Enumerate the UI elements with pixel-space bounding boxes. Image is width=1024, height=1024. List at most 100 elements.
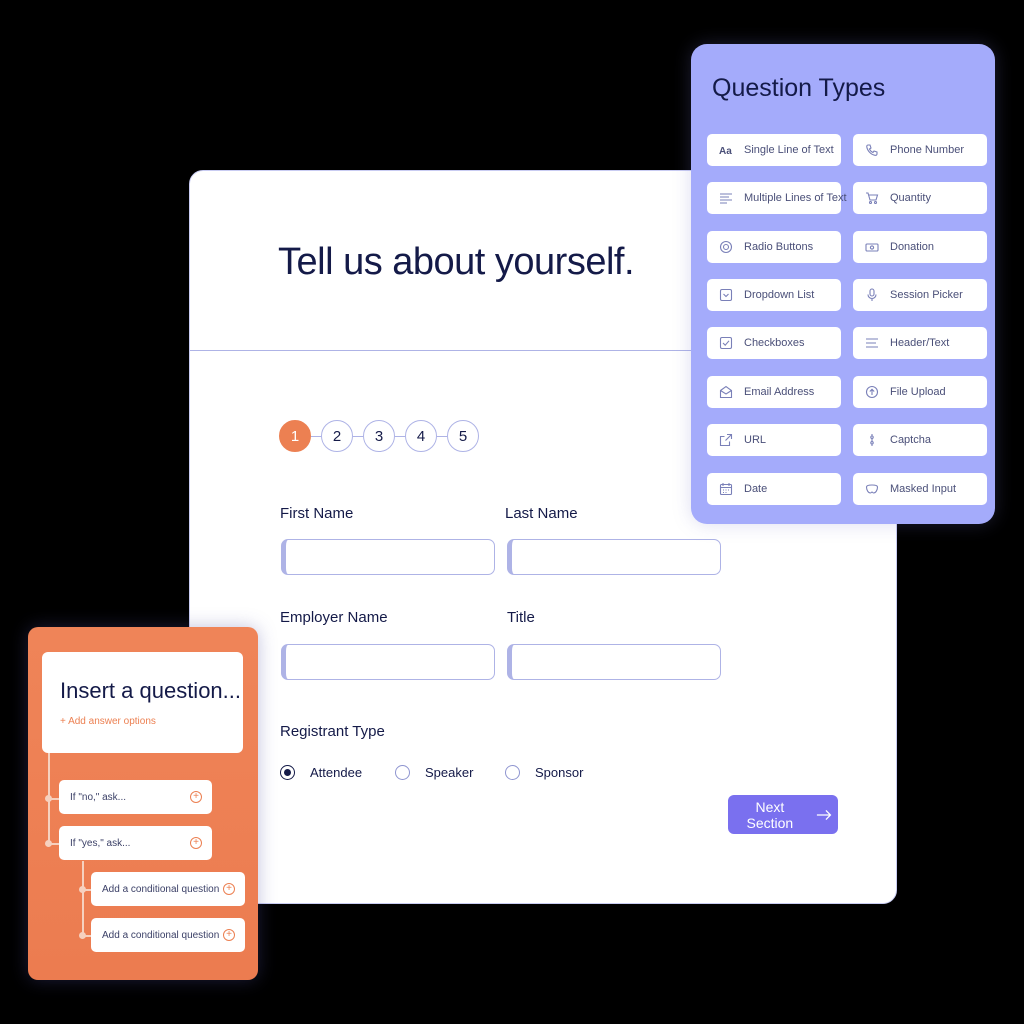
qt-label: URL (744, 434, 767, 446)
qt-label: Date (744, 483, 768, 495)
qt-label: Quantity (890, 192, 931, 204)
title-field[interactable] (507, 644, 721, 680)
qt-label: Dropdown List (744, 289, 815, 301)
last-name-label: Last Name (505, 505, 578, 522)
qt-label: File Upload (890, 386, 946, 398)
employer-name-label: Employer Name (280, 609, 388, 626)
radio-icon (719, 240, 733, 254)
title-label: Title (507, 609, 535, 626)
qt-header-text[interactable]: Header/Text (853, 327, 987, 359)
qt-dropdown-list[interactable]: Dropdown List (707, 279, 841, 311)
text-aa-icon: Aa (719, 143, 733, 157)
branch-no[interactable]: If "no," ask... + (59, 780, 212, 814)
qt-session-picker[interactable]: Session Picker (853, 279, 987, 311)
qt-url[interactable]: URL (707, 424, 841, 456)
qt-radio-buttons[interactable]: Radio Buttons (707, 231, 841, 263)
step-5[interactable]: 5 (447, 420, 479, 452)
radio-label: Sponsor (535, 765, 584, 780)
qt-label: Session Picker (890, 289, 963, 301)
qt-label: Header/Text (890, 337, 950, 349)
radio-speaker[interactable]: Speaker (395, 765, 473, 780)
tree-node (79, 886, 86, 893)
tree-line (82, 861, 84, 936)
next-section-button[interactable]: Next Section (728, 795, 838, 834)
upload-icon (865, 385, 879, 399)
qt-phone-number[interactable]: Phone Number (853, 134, 987, 166)
step-1[interactable]: 1 (279, 420, 311, 452)
qt-multiple-lines-of-text[interactable]: Multiple Lines of Text (707, 182, 847, 214)
registrant-type-label: Registrant Type (280, 723, 385, 740)
insert-question-card[interactable]: Insert a question... + Add answer option… (42, 652, 243, 753)
radio-sponsor[interactable]: Sponsor (505, 765, 583, 780)
branch-label: If "yes," ask... (70, 837, 131, 849)
mask-icon (865, 482, 879, 496)
conditional-question-item[interactable]: Add a conditional question + (91, 872, 245, 906)
qt-label: Captcha (890, 434, 931, 446)
microphone-icon (865, 288, 879, 302)
cart-icon (865, 191, 879, 205)
qt-donation[interactable]: Donation (853, 231, 987, 263)
question-types-title: Question Types (712, 74, 886, 102)
checkbox-icon (719, 336, 733, 350)
lines-icon (719, 191, 733, 205)
step-connector (395, 436, 405, 437)
captcha-icon (865, 433, 879, 447)
last-name-field[interactable] (507, 539, 721, 575)
qt-label: Checkboxes (744, 337, 805, 349)
radio-label: Attendee (310, 765, 363, 780)
insert-question-title: Insert a question... (60, 678, 241, 703)
phone-icon (865, 143, 879, 157)
step-connector (353, 436, 363, 437)
radio-label: Speaker (425, 765, 474, 780)
add-answer-options-link[interactable]: + Add answer options (60, 716, 156, 727)
calendar-icon (719, 482, 733, 496)
qt-label: Email Address (744, 386, 815, 398)
branch-label: If "no," ask... (70, 791, 127, 803)
svg-text:Aa: Aa (719, 146, 732, 157)
conditional-label: Add a conditional question (102, 883, 220, 895)
qt-masked-input[interactable]: Masked Input (853, 473, 987, 505)
step-connector (311, 436, 321, 437)
arrow-right-icon (816, 809, 832, 820)
qt-captcha[interactable]: Captcha (853, 424, 987, 456)
conditional-label: Add a conditional question (102, 929, 220, 941)
first-name-field[interactable] (281, 539, 495, 575)
plus-circle-icon[interactable]: + (190, 791, 202, 803)
step-connector (437, 436, 447, 437)
radio-dot (284, 769, 291, 776)
radio-unchecked-icon (505, 765, 520, 780)
form-title: Tell us about yourself. (278, 241, 635, 283)
qt-label: Single Line of Text (744, 144, 834, 156)
plus-circle-icon[interactable]: + (223, 883, 235, 895)
radio-attendee[interactable]: Attendee (280, 765, 362, 780)
radio-unchecked-icon (395, 765, 410, 780)
qt-label: Masked Input (890, 483, 957, 495)
tree-node (79, 932, 86, 939)
next-section-label: Next Section (746, 798, 794, 831)
qt-email-address[interactable]: Email Address (707, 376, 841, 408)
employer-name-field[interactable] (281, 644, 495, 680)
qt-date[interactable]: Date (707, 473, 841, 505)
radio-checked-icon (280, 765, 295, 780)
qt-file-upload[interactable]: File Upload (853, 376, 987, 408)
branch-yes[interactable]: If "yes," ask... + (59, 826, 212, 860)
conditional-question-item[interactable]: Add a conditional question + (91, 918, 245, 952)
step-2[interactable]: 2 (321, 420, 353, 452)
insert-question-panel: Insert a question... + Add answer option… (28, 627, 258, 980)
step-3[interactable]: 3 (363, 420, 395, 452)
donation-icon (865, 240, 879, 254)
link-icon (719, 433, 733, 447)
qt-label: Radio Buttons (744, 241, 814, 253)
qt-label: Multiple Lines of Text (744, 192, 847, 204)
plus-circle-icon[interactable]: + (223, 929, 235, 941)
dropdown-icon (719, 288, 733, 302)
step-4[interactable]: 4 (405, 420, 437, 452)
header-text-icon (865, 336, 879, 350)
tree-node (45, 795, 52, 802)
qt-single-line-of-text[interactable]: Aa Single Line of Text (707, 134, 841, 166)
email-icon (719, 385, 733, 399)
qt-checkboxes[interactable]: Checkboxes (707, 327, 841, 359)
qt-label: Phone Number (890, 144, 964, 156)
qt-quantity[interactable]: Quantity (853, 182, 987, 214)
plus-circle-icon[interactable]: + (190, 837, 202, 849)
